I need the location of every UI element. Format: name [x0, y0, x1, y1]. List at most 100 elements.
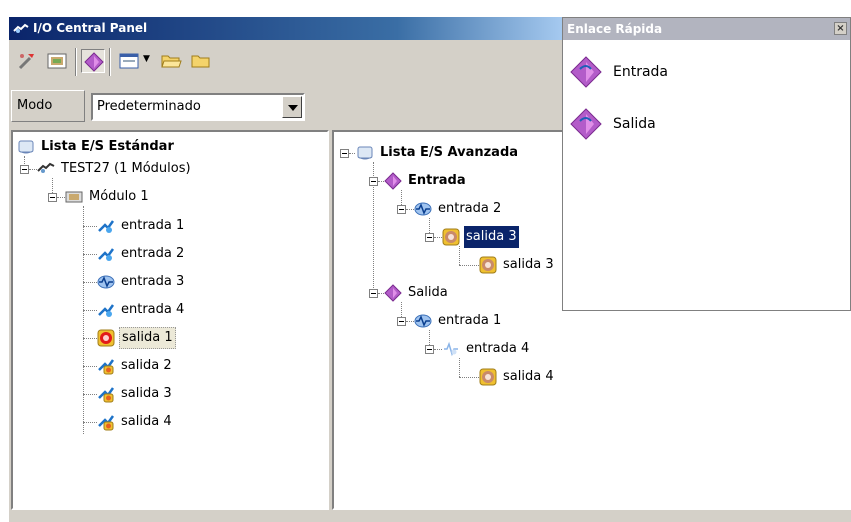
io-diamond-icon: [84, 52, 104, 72]
tree-line: [83, 366, 97, 367]
quick-link-label: Entrada: [613, 64, 669, 80]
module-card-button[interactable]: [45, 49, 69, 73]
mode-label: Modo: [11, 90, 85, 122]
tree-line: [429, 330, 430, 345]
app-icon: [13, 21, 29, 44]
toolbar-separator: [109, 48, 111, 76]
folder-button[interactable]: [189, 49, 213, 73]
output-target-icon: [479, 368, 497, 386]
input-signal-icon: [97, 217, 115, 235]
item-label: entrada 1: [121, 218, 185, 233]
window-dropdown-arrow[interactable]: ▼: [143, 54, 150, 64]
device-icon: [37, 160, 55, 178]
input-signal-icon: [97, 245, 115, 263]
grandchild-label: salida 3: [464, 226, 519, 248]
item-label: salida 3: [121, 386, 172, 401]
io-diamond-icon: [569, 107, 603, 141]
quick-link-label: Salida: [613, 116, 656, 132]
module-card-icon: [65, 188, 83, 206]
collapse-toggle[interactable]: [369, 289, 378, 298]
folder-icon: [191, 55, 210, 68]
group-label: Salida: [408, 285, 448, 300]
item-label: entrada 2: [121, 246, 185, 261]
tree-line: [459, 265, 479, 266]
tree-line: [83, 282, 97, 283]
close-icon[interactable]: ×: [834, 22, 847, 35]
output-target-icon: [442, 228, 460, 246]
window-dropdown-icon: [119, 53, 139, 69]
grandchild-label: entrada 4: [466, 341, 530, 356]
collapse-toggle[interactable]: [397, 317, 406, 326]
tree-line: [459, 358, 460, 377]
collapse-toggle[interactable]: [425, 345, 434, 354]
collapse-toggle[interactable]: [48, 193, 57, 202]
tree-line: [434, 237, 442, 238]
item-label: salida 1: [119, 327, 176, 349]
chevron-down-icon[interactable]: [282, 96, 302, 118]
settings-wand-button[interactable]: [15, 49, 39, 73]
output-target-icon: [479, 256, 497, 274]
output-signal-icon: [97, 357, 115, 375]
waveform-icon: [97, 273, 115, 291]
tree-root-label: Lista E/S Avanzada: [380, 145, 519, 160]
title-bar[interactable]: I/O Central Panel: [9, 17, 563, 40]
tree-line: [401, 302, 402, 317]
tree-line: [52, 178, 53, 193]
tree-line: [29, 169, 37, 170]
leaf-label: salida 4: [503, 369, 554, 384]
group-label: Entrada: [408, 173, 466, 188]
tree-line: [83, 338, 97, 339]
output-active-icon: [97, 329, 115, 347]
folder-open-icon: [161, 55, 182, 68]
collapse-toggle[interactable]: [20, 165, 29, 174]
open-folder-button[interactable]: [159, 49, 183, 73]
tree-line: [83, 394, 97, 395]
tree-line: [406, 321, 414, 322]
io-view-button[interactable]: [81, 49, 105, 73]
tree-line: [349, 153, 355, 154]
item-label: entrada 3: [121, 274, 185, 289]
io-diamond-icon: [384, 172, 402, 190]
quick-link-panel: Enlace Rápida × Entrada Salida: [562, 17, 851, 311]
tree-root-label: Lista E/S Estándar: [41, 139, 174, 154]
collapse-toggle[interactable]: [425, 233, 434, 242]
tree-line: [434, 349, 442, 350]
io-diamond-icon: [384, 284, 402, 302]
list-root-icon: [356, 144, 374, 162]
tree-line: [57, 197, 65, 198]
faded-waveform-icon: [442, 340, 460, 358]
input-signal-icon: [97, 301, 115, 319]
item-label: salida 2: [121, 358, 172, 373]
item-label: entrada 4: [121, 302, 185, 317]
tree-line: [83, 206, 84, 434]
tree-line: [459, 246, 460, 265]
item-label: salida 4: [121, 414, 172, 429]
mode-combobox[interactable]: Predeterminado: [91, 93, 305, 121]
window-title: I/O Central Panel: [33, 21, 148, 35]
leaf-label: salida 3: [503, 257, 554, 272]
waveform-icon: [414, 312, 432, 330]
toolbar: ▼: [9, 42, 563, 82]
collapse-toggle[interactable]: [397, 205, 406, 214]
child-label: entrada 2: [438, 201, 502, 216]
collapse-toggle[interactable]: [369, 177, 378, 186]
tree-line: [429, 218, 430, 233]
module-label: Módulo 1: [89, 189, 149, 204]
toolbar-separator: [75, 48, 77, 76]
tree-line: [83, 226, 97, 227]
tree-line: [83, 310, 97, 311]
quick-link-title-bar[interactable]: Enlace Rápida ×: [563, 18, 850, 40]
tree-line: [83, 254, 97, 255]
tree-line: [406, 209, 414, 210]
device-label: TEST27 (1 Módulos): [61, 161, 191, 176]
waveform-icon: [414, 200, 432, 218]
settings-wand-icon: [18, 54, 34, 70]
window-button[interactable]: [117, 49, 141, 73]
output-signal-icon: [97, 413, 115, 431]
tree-line: [83, 422, 97, 423]
collapse-toggle[interactable]: [340, 149, 349, 158]
io-diamond-icon: [569, 55, 603, 89]
quick-link-title: Enlace Rápida: [567, 22, 663, 36]
module-card-icon: [47, 53, 67, 69]
standard-io-tree[interactable]: Lista E/S Estándar TEST27 (1 Módulos) Mó…: [11, 130, 329, 510]
